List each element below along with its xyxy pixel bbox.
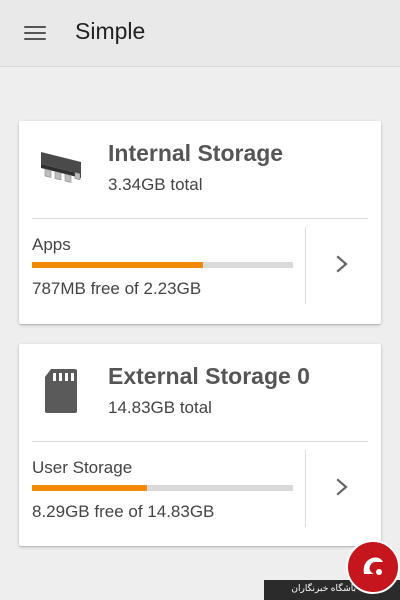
chevron-right-icon [336, 478, 348, 496]
storage-total: 3.34GB total [108, 175, 203, 194]
storage-row-apps: Apps 787MB free of 2.23GB [19, 219, 381, 324]
usage-progress-fill [32, 485, 148, 491]
storage-title: External Storage 0 [108, 363, 310, 389]
storage-free-text: 787MB free of 2.23GB [32, 279, 202, 298]
chevron-right-icon [336, 255, 348, 273]
watermark-text: باشگاه خبرنگاران [291, 583, 356, 593]
internal-storage-card: Internal Storage 3.34GB total Apps 787MB… [19, 121, 381, 324]
menu-line [24, 38, 46, 40]
app-bar: Simple [0, 0, 400, 67]
sd-card-icon [37, 366, 89, 416]
open-user-storage-button[interactable] [306, 442, 381, 537]
storage-title: Internal Storage [108, 140, 284, 166]
storage-free-text: 8.29GB free of 14.83GB [32, 502, 215, 521]
storage-row-content[interactable]: Apps 787MB free of 2.23GB [19, 219, 305, 314]
usage-progress-fill [32, 262, 203, 268]
open-apps-button[interactable] [306, 219, 381, 314]
menu-line [24, 26, 46, 28]
news-agency-logo-icon [346, 540, 400, 594]
storage-row-content[interactable]: User Storage 8.29GB free of 14.83GB [19, 442, 305, 537]
news-agency-watermark: باشگاه خبرنگاران [264, 540, 400, 600]
menu-line [24, 32, 46, 34]
external-storage-card: External Storage 0 14.83GB total User St… [19, 344, 381, 546]
app-title: Simple [75, 18, 146, 44]
usage-progress-bar [32, 485, 293, 491]
storage-row-label: Apps [32, 235, 71, 254]
storage-total: 14.83GB total [108, 398, 212, 417]
chip-icon [37, 143, 89, 193]
storage-row-label: User Storage [32, 458, 133, 477]
hamburger-menu-icon[interactable] [18, 18, 52, 48]
usage-progress-bar [32, 262, 293, 268]
storage-row-user-storage: User Storage 8.29GB free of 14.83GB [19, 442, 381, 547]
